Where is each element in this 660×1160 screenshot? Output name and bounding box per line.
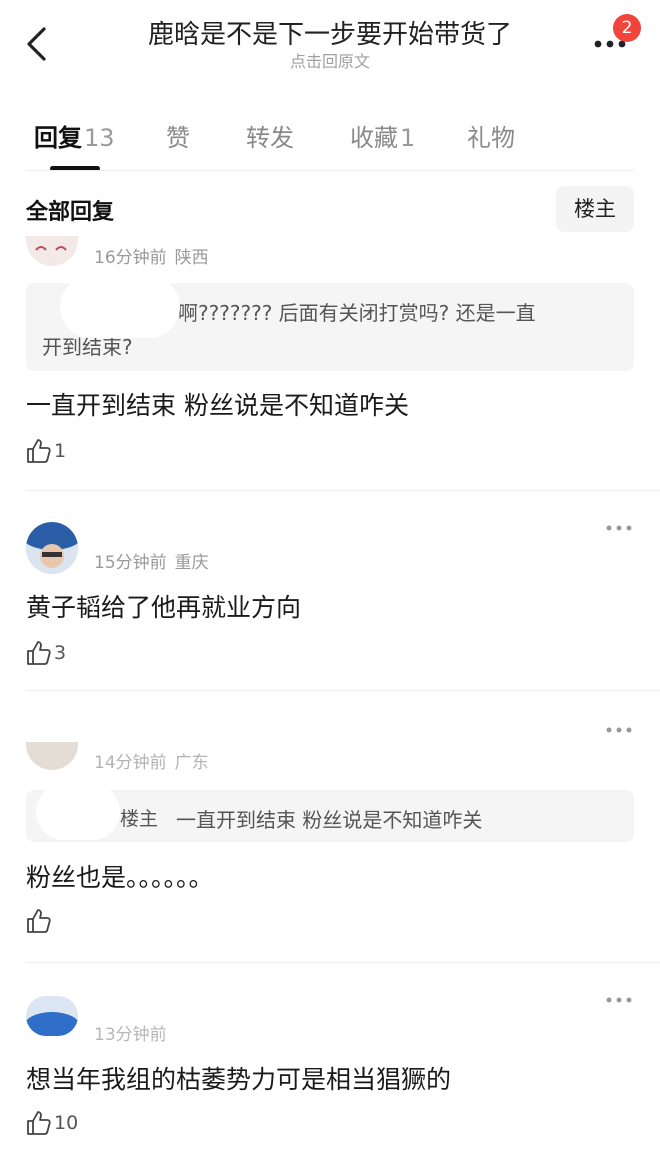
more-dots-icon xyxy=(606,727,632,733)
comment-text: 粉丝也是。。。。。。 xyxy=(26,863,214,892)
tab-count: 13 xyxy=(84,124,115,152)
quote-text-line: 啊??????? 后面有关闭打赏吗? 还是一直 xyxy=(178,301,536,325)
like-count: 1 xyxy=(54,440,67,462)
comment-time: 15分钟前 xyxy=(94,553,167,573)
divider xyxy=(26,962,660,963)
like-button[interactable]: 10 xyxy=(26,1108,78,1138)
all-replies-heading: 全部回复 xyxy=(26,200,115,225)
divider xyxy=(26,690,660,691)
avatar[interactable] xyxy=(26,236,78,266)
avatar[interactable] xyxy=(26,742,78,770)
comment-text: 想当年我组的枯萎势力可是相当猖獗的 xyxy=(26,1065,452,1094)
tab-bar: 回复13 赞 转发 收藏1 礼物 xyxy=(0,100,660,172)
comment-more-button[interactable] xyxy=(603,992,635,1008)
like-button[interactable]: 1 xyxy=(26,436,66,466)
tab-reposts[interactable]: 转发 xyxy=(246,118,294,153)
comment-location: 陕西 xyxy=(174,248,209,268)
thumbs-up-icon xyxy=(27,641,51,665)
avatar-photo-icon xyxy=(26,1012,78,1036)
comment-text: 黄子韬给了他再就业方向 xyxy=(26,593,302,622)
avatar[interactable] xyxy=(26,522,78,574)
comment-time: 13分钟前 xyxy=(94,1025,167,1045)
tab-label: 转发 xyxy=(246,124,294,152)
back-to-original-link[interactable]: 点击回原文 xyxy=(0,48,660,72)
tab-likes[interactable]: 赞 xyxy=(166,118,190,153)
more-dots-icon xyxy=(606,997,632,1003)
more-dots-icon xyxy=(606,525,632,531)
comment-text: 一直开到结束 粉丝说是不知道咋关 xyxy=(26,391,409,420)
quote-text: 一直开到结束 粉丝说是不知道咋关 xyxy=(176,808,483,832)
comment-location: 广东 xyxy=(174,753,209,773)
like-button[interactable] xyxy=(26,906,54,936)
divider xyxy=(26,490,660,491)
tab-replies[interactable]: 回复13 xyxy=(34,118,115,153)
like-count: 10 xyxy=(54,1112,79,1134)
meta-mask xyxy=(88,1012,208,1024)
tab-count: 1 xyxy=(400,124,416,152)
avatar-face-icon xyxy=(35,246,67,251)
redacted-username xyxy=(60,276,180,338)
comment-meta: 16分钟前 陕西 xyxy=(94,243,209,268)
thumbs-up-icon xyxy=(27,909,51,933)
op-tag: 楼主 xyxy=(120,808,159,830)
like-count: 3 xyxy=(54,642,67,664)
comment-meta: 14分钟前 广东 xyxy=(94,748,209,773)
page-title: 鹿晗是不是下一步要开始带货了 xyxy=(147,20,512,50)
op-only-button[interactable]: 楼主 xyxy=(556,186,634,232)
tab-label: 收藏 xyxy=(350,124,398,152)
avatar[interactable] xyxy=(26,996,78,1036)
tab-gifts[interactable]: 礼物 xyxy=(467,118,515,153)
comment-time: 16分钟前 xyxy=(94,248,167,268)
like-button[interactable]: 3 xyxy=(26,638,66,668)
thumbs-up-icon xyxy=(27,439,51,463)
divider xyxy=(26,170,634,171)
comment-more-button[interactable] xyxy=(603,722,635,738)
redacted-username xyxy=(36,784,120,840)
tab-favorites[interactable]: 收藏1 xyxy=(350,118,415,153)
notification-badge: 2 xyxy=(613,14,641,42)
top-bar: 鹿晗是不是下一步要开始带货了 点击回原文 2 xyxy=(0,0,660,90)
comment-location: 重庆 xyxy=(174,553,209,573)
comment-meta: 15分钟前 重庆 xyxy=(94,548,209,573)
comment-more-button[interactable] xyxy=(603,520,635,536)
avatar-photo-icon xyxy=(26,522,78,574)
comment-time: 14分钟前 xyxy=(94,753,167,773)
tab-label: 回复 xyxy=(34,124,82,152)
tab-label: 礼物 xyxy=(467,124,515,152)
tab-label: 赞 xyxy=(166,124,190,152)
thumbs-up-icon xyxy=(27,1111,51,1135)
